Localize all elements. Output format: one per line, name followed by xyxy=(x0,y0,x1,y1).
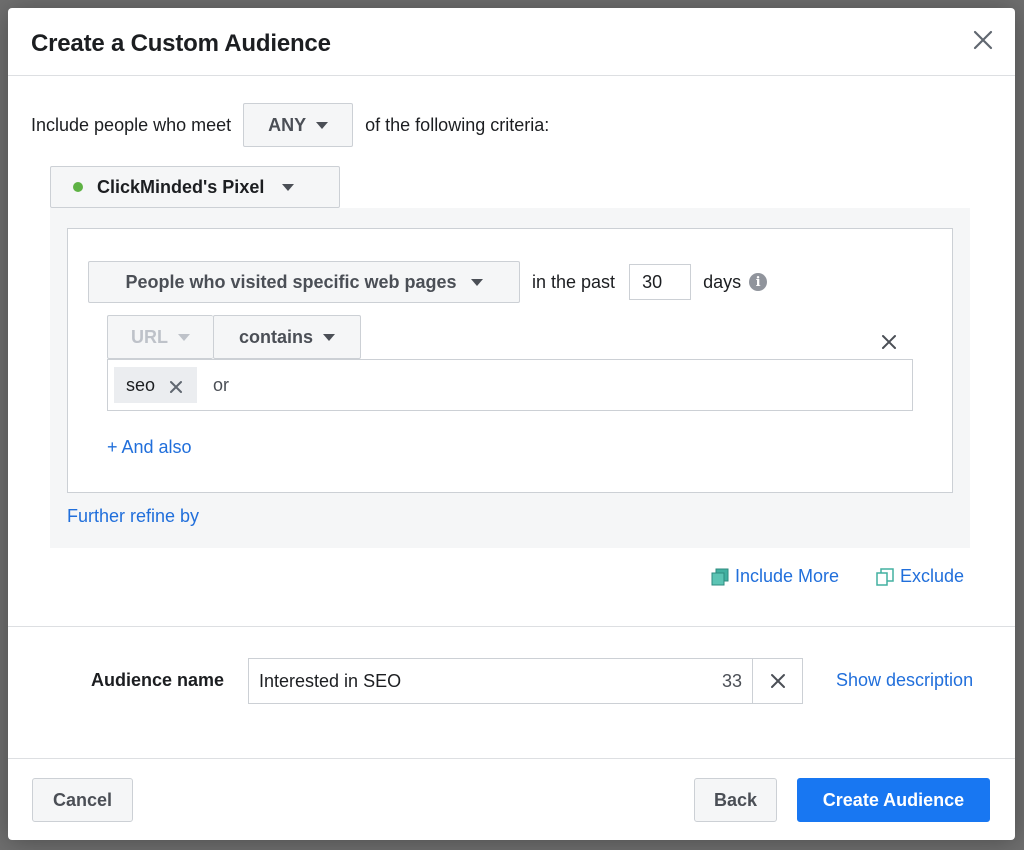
event-dropdown[interactable]: People who visited specific web pages xyxy=(88,261,520,303)
divider xyxy=(8,626,1015,627)
or-placeholder: or xyxy=(213,374,230,395)
condition-row: URL contains xyxy=(107,315,361,359)
caret-down-icon xyxy=(323,333,335,341)
tag-label: seo xyxy=(126,374,156,395)
days-label: days xyxy=(703,271,742,292)
caret-down-icon xyxy=(282,183,295,191)
event-row: People who visited specific web pages in… xyxy=(88,261,768,303)
caret-down-icon xyxy=(470,278,483,286)
criteria-panel: People who visited specific web pages in… xyxy=(50,208,970,548)
back-button[interactable]: Back xyxy=(694,778,777,822)
audience-name-label: Audience name xyxy=(91,670,225,690)
close-icon[interactable] xyxy=(971,28,995,52)
audience-name-value: Interested in SEO xyxy=(259,670,402,691)
criteria-suffix: of the following criteria: xyxy=(365,114,550,135)
pixel-name: ClickMinded's Pixel xyxy=(97,176,265,197)
exclude-label: Exclude xyxy=(900,566,965,586)
include-more-icon xyxy=(711,568,729,585)
field-dropdown: URL xyxy=(107,315,213,359)
custom-audience-dialog: Create a Custom Audience Include people … xyxy=(8,8,1015,840)
status-dot-icon xyxy=(73,182,83,192)
include-more-label: Include More xyxy=(735,566,840,586)
match-dropdown-label: ANY xyxy=(268,114,307,135)
further-refine-link[interactable]: Further refine by xyxy=(67,506,199,527)
operator-dropdown-label: contains xyxy=(238,326,313,347)
caret-down-icon xyxy=(178,333,190,341)
pixel-dropdown[interactable]: ClickMinded's Pixel xyxy=(50,166,340,208)
char-count: 33 xyxy=(721,670,742,691)
divider xyxy=(8,758,1015,759)
clear-name-button[interactable] xyxy=(752,658,803,704)
exclude-link[interactable]: Exclude xyxy=(876,566,964,587)
info-icon[interactable]: i xyxy=(749,273,768,291)
tag-chip: seo xyxy=(114,367,198,403)
criteria-row: Include people who meet ANY of the follo… xyxy=(31,103,549,147)
in-the-past-label: in the past xyxy=(532,271,616,292)
include-more-link[interactable]: Include More xyxy=(711,566,839,587)
rule-box: People who visited specific web pages in… xyxy=(67,228,953,493)
days-input[interactable]: 30 xyxy=(629,264,692,300)
remove-condition-icon[interactable] xyxy=(878,331,900,353)
field-dropdown-label: URL xyxy=(131,326,168,347)
remove-tag-icon[interactable] xyxy=(169,378,183,393)
audience-name-input[interactable]: Interested in SEO 33 xyxy=(248,658,753,704)
dialog-title: Create a Custom Audience xyxy=(31,30,331,57)
criteria-prefix: Include people who meet xyxy=(31,114,232,135)
clear-icon xyxy=(770,674,785,688)
caret-down-icon xyxy=(316,121,329,129)
exclude-icon xyxy=(876,567,894,586)
event-dropdown-label: People who visited specific web pages xyxy=(125,271,457,292)
url-tag-input[interactable]: seo or xyxy=(107,359,913,411)
operator-dropdown[interactable]: contains xyxy=(213,315,361,359)
cancel-button[interactable]: Cancel xyxy=(32,778,133,822)
and-also-link[interactable]: + And also xyxy=(107,437,192,458)
dialog-header: Create a Custom Audience xyxy=(8,8,1015,76)
match-dropdown[interactable]: ANY xyxy=(243,103,354,147)
create-audience-button[interactable]: Create Audience xyxy=(797,778,990,822)
show-description-link[interactable]: Show description xyxy=(836,670,973,691)
